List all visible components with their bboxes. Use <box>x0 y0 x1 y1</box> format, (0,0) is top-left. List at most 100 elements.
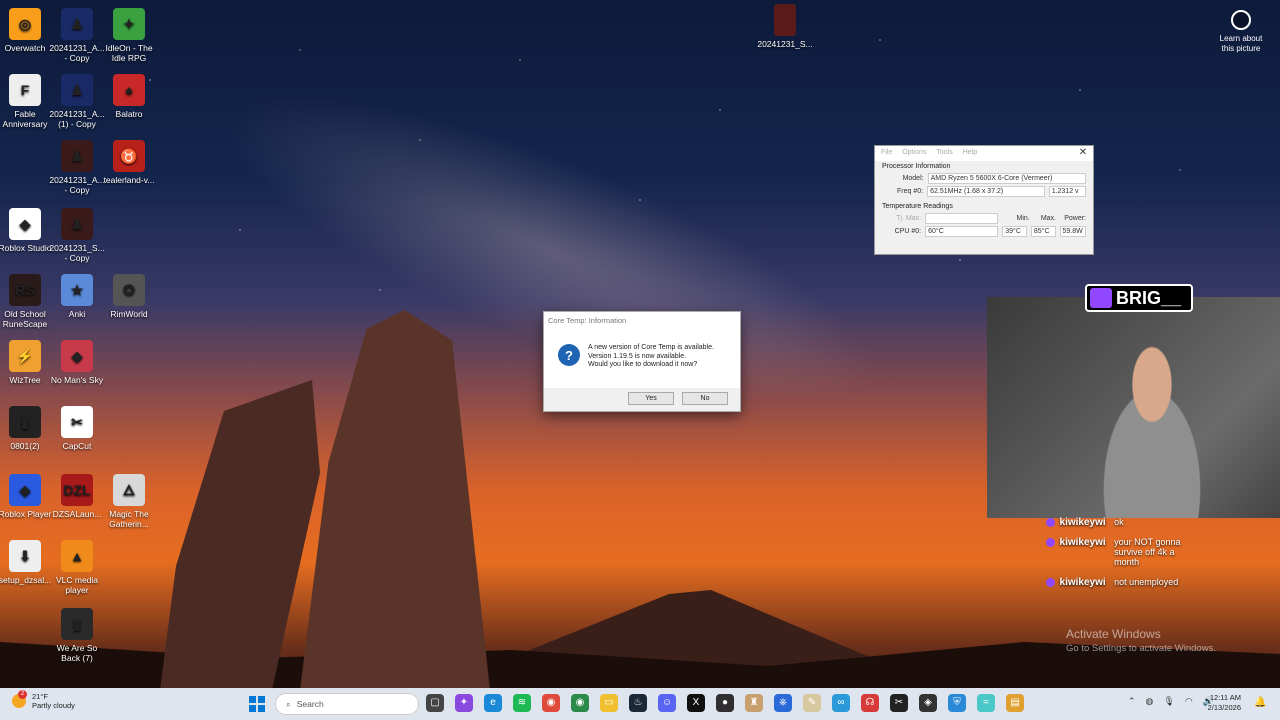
desktop-icon-label: CapCut <box>62 441 92 451</box>
wave-icon[interactable]: ≈ <box>977 694 995 712</box>
desktop-icon-label: No Man's Sky <box>50 375 104 385</box>
desktop-icon[interactable]: DZL DZSALaun... <box>47 474 107 519</box>
chat-text: your NOT gonna survive off 4k a month <box>1114 537 1181 567</box>
app-icon[interactable]: ◈ <box>919 694 937 712</box>
app-icon: F <box>9 74 41 106</box>
app-icon: ♟ <box>61 8 93 40</box>
x-icon[interactable]: X <box>687 694 705 712</box>
weather-temperature: 21°F <box>32 692 48 701</box>
streamer <box>1077 337 1227 518</box>
notification-bell-icon[interactable]: 🔔 <box>1254 697 1266 708</box>
app-icon: ✦ <box>113 8 145 40</box>
webcam-overlay <box>987 297 1280 518</box>
power-header: Power: <box>1064 215 1086 222</box>
weather-widget[interactable]: 2 21°F Partly cloudy <box>12 690 75 710</box>
chrome-dev-icon[interactable]: ◉ <box>571 694 589 712</box>
menu-tools[interactable]: Tools <box>936 149 952 158</box>
no-button[interactable]: No <box>682 392 728 405</box>
app-icon: ♉ <box>113 140 145 172</box>
desktop-icon[interactable]: ✦ IdleOn - The Idle RPG <box>99 8 159 63</box>
chrome-icon[interactable]: ◉ <box>542 694 560 712</box>
desktop-icon-label: IdleOn - The Idle RPG <box>105 43 153 63</box>
desktop-icon[interactable]: ♉ tealerland-v... <box>99 140 159 185</box>
chat-username: kiwikeywi <box>1059 517 1106 528</box>
desktop-icon-label: 20241231_A... - Copy <box>49 175 105 195</box>
menu-options[interactable]: Options <box>902 149 926 158</box>
desktop-icon[interactable]: 🜂 Magic The Gatherin... <box>99 474 159 529</box>
update-dialog[interactable]: Core Temp: Information ? A new version o… <box>543 311 741 412</box>
clock-time: 12:11 AM <box>1209 693 1241 702</box>
model-value: AMD Ryzen 5 5600X 6-Core (Vermeer) <box>927 173 1086 184</box>
copilot-icon[interactable]: ✦ <box>455 694 473 712</box>
weather-condition: Partly cloudy <box>32 701 75 710</box>
desktop-icon[interactable]: ✪ RimWorld <box>99 274 159 319</box>
menu-file[interactable]: File <box>881 149 892 158</box>
chevron-up-icon[interactable]: ⌃ <box>1128 696 1136 707</box>
voltage-value: 1.2312 v <box>1048 186 1086 197</box>
weather-icon: 2 <box>12 690 27 708</box>
chat-message: kiwikeywi ok <box>1046 517 1124 528</box>
max-header: Max. <box>1040 215 1056 222</box>
shield-icon[interactable]: ⛨ <box>948 694 966 712</box>
desktop-icon-image <box>774 4 796 36</box>
desktop-icon-label: tealerland-v... <box>103 175 155 185</box>
folder-icon[interactable]: ▤ <box>1006 694 1024 712</box>
link-icon[interactable]: ∞ <box>832 694 850 712</box>
taskbar-apps: ▢ ✦ e ≋ ◉ ◉ ▭ ♨ ☺ X ● ♜ ⎈ ✎ ∞ ☊ ✂ ◈ ⛨ ≈ ▤ <box>426 694 1024 712</box>
freq-label: Freq #0: <box>897 188 924 195</box>
core-temp-window[interactable]: File Options Tools Help ✕ Processor Info… <box>874 145 1094 255</box>
freq-value: 62.51MHz (1.68 x 37.2) <box>927 186 1045 197</box>
chat-username: kiwikeywi <box>1059 537 1106 548</box>
desktop-icon[interactable]: ▮ We Are So Back (7) <box>47 608 107 663</box>
desktop-icon[interactable]: ▲ VLC media player <box>47 540 107 595</box>
desktop-icon-label: 20241231_A... - Copy <box>49 43 105 63</box>
desktop-icon[interactable]: ★ Anki <box>47 274 107 319</box>
desktop-icon[interactable]: ♟ 20241231_A... - Copy <box>47 8 107 63</box>
app-icon: ⬇ <box>9 540 41 572</box>
app-icon: ♟ <box>61 208 93 240</box>
start-button[interactable] <box>249 696 265 712</box>
chat-message: kiwikeywi not unemployed <box>1046 577 1178 588</box>
search-box[interactable]: ⌕ Search <box>275 693 419 715</box>
desktop-icon[interactable]: ✂ CapCut <box>47 406 107 451</box>
app-icon: ◈ <box>9 474 41 506</box>
file-explorer-icon[interactable]: ▭ <box>600 694 618 712</box>
wifi-icon[interactable]: ◠ <box>1185 696 1193 707</box>
pencil-icon[interactable]: ✎ <box>803 694 821 712</box>
spotify-icon[interactable]: ≋ <box>513 694 531 712</box>
microphone-icon[interactable]: 🎙 <box>1163 696 1174 707</box>
clock[interactable]: 12:11 AM 2/13/2026 <box>1201 693 1241 713</box>
task-view-icon[interactable]: ▢ <box>426 694 444 712</box>
desktop-icon[interactable]: ♟ 20241231_A... (1) - Copy <box>47 74 107 129</box>
chat-message: kiwikeywi your NOT gonna survive off 4k … <box>1046 537 1280 567</box>
edge-icon[interactable]: e <box>484 694 502 712</box>
desktop-icon[interactable]: ♟ 20241231_S... - Copy <box>47 208 107 263</box>
desktop-icon[interactable]: ♠ Balatro <box>99 74 159 119</box>
steam-icon[interactable]: ♨ <box>629 694 647 712</box>
obs-icon[interactable]: ● <box>716 694 734 712</box>
chat-username: kiwikeywi <box>1059 577 1106 588</box>
learn-about-label: Learn about this picture <box>1219 34 1263 53</box>
capcut-icon[interactable]: ✂ <box>890 694 908 712</box>
game-icon[interactable]: ♜ <box>745 694 763 712</box>
learn-about-picture[interactable]: Learn about this picture <box>1214 10 1268 54</box>
stream-badge-label: BRIG__ <box>1116 287 1182 308</box>
app-icon: RS <box>9 274 41 306</box>
network-icon[interactable]: ◍ <box>1146 696 1154 707</box>
app-icon: ✪ <box>113 274 145 306</box>
yes-button[interactable]: Yes <box>628 392 674 405</box>
app-icon: ◎ <box>9 8 41 40</box>
close-icon[interactable]: ✕ <box>1075 147 1091 161</box>
app-icon: ◆ <box>9 208 41 240</box>
controller-icon[interactable]: ⎈ <box>774 694 792 712</box>
headset-icon[interactable]: ☊ <box>861 694 879 712</box>
desktop-icon-label: 20241231_S... <box>757 39 813 49</box>
chat-text: ok <box>1114 517 1124 527</box>
desktop-icon[interactable]: ◆ No Man's Sky <box>47 340 107 385</box>
stream-badge: BRIG__ <box>1085 284 1193 312</box>
discord-icon[interactable]: ☺ <box>658 694 676 712</box>
menu-help[interactable]: Help <box>963 149 977 158</box>
desktop-icon[interactable]: ♟ 20241231_A... - Copy <box>47 140 107 195</box>
app-icon: ◆ <box>61 340 93 372</box>
twitch-badge-icon <box>1046 578 1055 588</box>
